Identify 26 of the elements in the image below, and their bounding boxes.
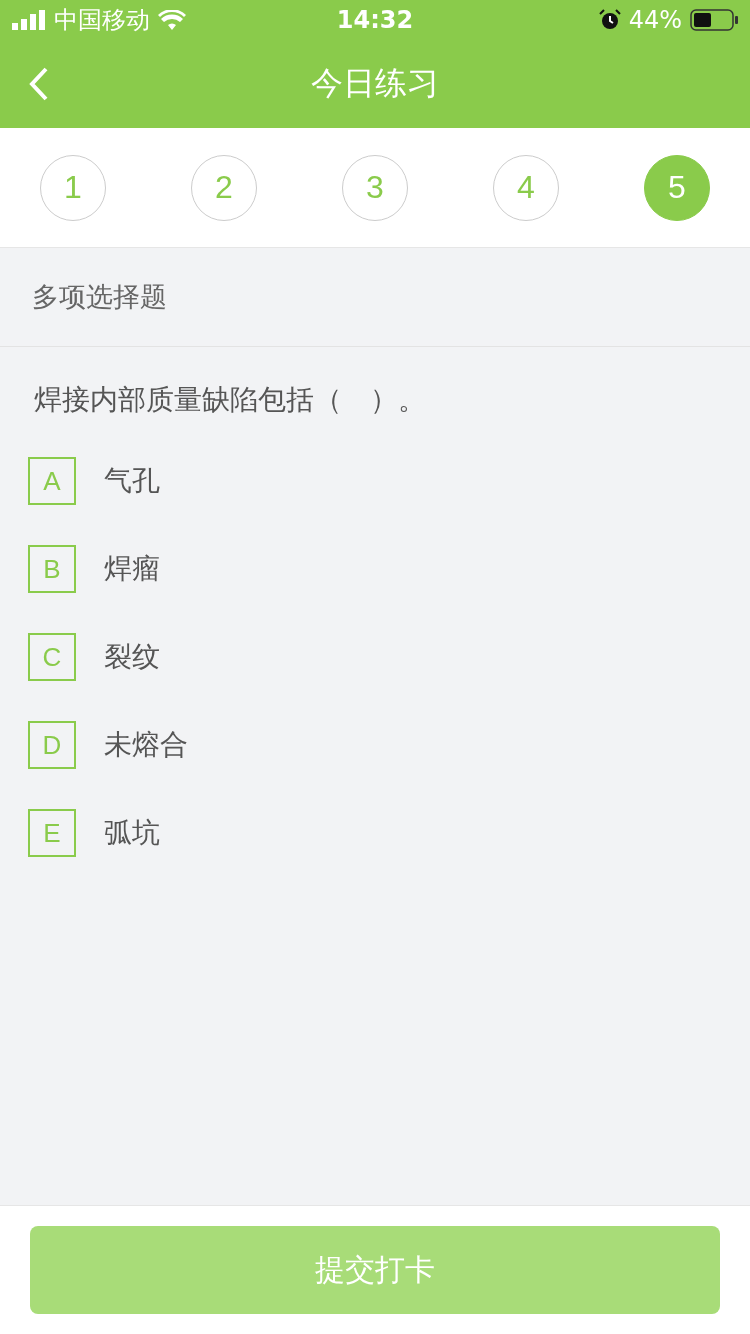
option-text[interactable]: 裂纹 xyxy=(104,638,160,676)
signal-icon xyxy=(12,10,46,30)
battery-percent: 44% xyxy=(628,6,682,34)
page-title: 今日练习 xyxy=(311,63,439,104)
wifi-icon xyxy=(158,10,186,30)
question-number[interactable]: 5 xyxy=(644,154,710,221)
option-text[interactable]: 未熔合 xyxy=(104,726,188,764)
status-time: 14:32 xyxy=(336,6,414,34)
back-icon[interactable] xyxy=(28,66,50,102)
question-number[interactable]: 2 xyxy=(191,154,257,221)
option-letter[interactable]: E xyxy=(28,809,76,857)
option-letter[interactable]: A xyxy=(28,457,76,505)
question-text: 焊接内部质量缺陷包括（ ）。 xyxy=(34,383,426,416)
question-number[interactable]: 3 xyxy=(342,154,408,221)
option-letter[interactable]: D xyxy=(28,721,76,769)
option-text[interactable]: 弧坑 xyxy=(104,814,160,852)
section-title: 多项选择题 xyxy=(32,280,167,314)
option-letter[interactable]: C xyxy=(28,633,76,681)
option-text[interactable]: 气孔 xyxy=(104,462,160,500)
question-number[interactable]: 4 xyxy=(493,154,559,221)
option-letter[interactable]: B xyxy=(28,545,76,593)
alarm-icon xyxy=(598,9,621,31)
battery-icon xyxy=(690,9,738,31)
question-number[interactable]: 1 xyxy=(40,154,106,221)
option-text[interactable]: 焊瘤 xyxy=(104,550,160,588)
carrier-name: 中国移动 xyxy=(54,5,150,36)
